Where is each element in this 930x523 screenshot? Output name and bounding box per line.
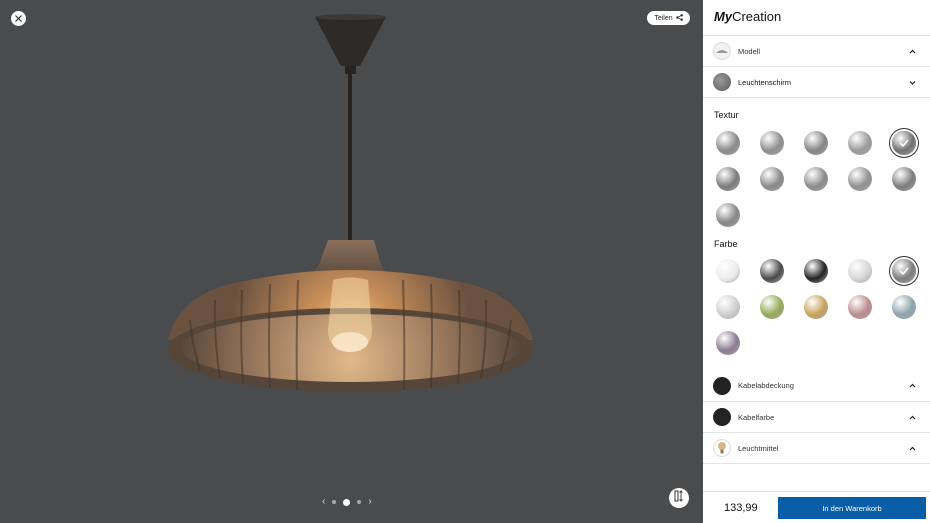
texture-plain-swatch[interactable]: [892, 167, 916, 191]
checkmark-icon: [892, 131, 916, 155]
share-icon: [675, 13, 683, 23]
kabelabdeckung-thumbnail: [713, 376, 731, 395]
color-lavender-swatch[interactable]: [716, 331, 740, 355]
leuchtmittel-thumbnail: [713, 439, 731, 457]
texture-smooth-dark-swatch[interactable]: [892, 131, 916, 155]
section-leuchtmittel[interactable]: Leuchtmittel: [703, 432, 930, 463]
checkmark-icon: [892, 259, 916, 283]
section-kabelabdeckung-label: Kabelabdeckung: [738, 381, 794, 390]
section-kabelfarbe[interactable]: Kabelfarbe: [703, 401, 930, 432]
share-button[interactable]: Teilen: [647, 11, 690, 25]
texture-wave-swatch[interactable]: [804, 131, 828, 155]
dimensions-button[interactable]: [669, 488, 689, 508]
bulb-icon: [718, 442, 726, 454]
image-pagination: ‹ ›: [322, 495, 372, 509]
section-modell-label: Modell: [738, 46, 761, 56]
close-icon: [14, 10, 23, 28]
chevron-down-icon: [907, 77, 917, 87]
section-leuchtenschirm-label: Leuchtenschirm: [738, 77, 791, 87]
page-dot[interactable]: [357, 500, 362, 504]
pendant-lamp-render: [167, 14, 534, 392]
color-black-swatch[interactable]: [804, 259, 828, 283]
section-modell[interactable]: Modell: [703, 35, 930, 66]
color-white-swatch[interactable]: [716, 259, 740, 283]
next-image-arrow[interactable]: ›: [368, 495, 371, 509]
brand-logo: MyCreation: [714, 9, 782, 24]
texture-curved-lines-swatch[interactable]: [848, 167, 872, 191]
texture-diagonal-swatch[interactable]: [760, 167, 784, 191]
section-kabelabdeckung[interactable]: Kabelabdeckung: [703, 370, 930, 401]
divider: [703, 97, 930, 98]
color-grey-swatch[interactable]: [892, 259, 916, 283]
page-dot[interactable]: [332, 500, 337, 504]
divider: [703, 463, 930, 464]
section-kabelfarbe-label: Kabelfarbe: [738, 412, 775, 422]
configurator-panel: MyCreation Modell Leuchtenschirm Textur …: [703, 0, 930, 523]
color-gold-swatch[interactable]: [804, 295, 828, 319]
color-rose-swatch[interactable]: [848, 295, 872, 319]
product-viewer[interactable]: Teilen ‹ ›: [0, 0, 703, 523]
texture-coarse-lines-swatch[interactable]: [716, 203, 740, 227]
cart-footer: 133,99 In den Warenkorb: [703, 491, 930, 523]
chevron-up-icon: [907, 381, 917, 391]
color-dark-grey-metallic-swatch[interactable]: [760, 259, 784, 283]
textur-title: Textur: [714, 110, 739, 120]
section-leuchtmittel-label: Leuchtmittel: [738, 443, 779, 453]
chevron-up-icon: [907, 46, 917, 56]
texture-vertical-ribs-swatch[interactable]: [716, 167, 740, 191]
farbe-title: Farbe: [714, 239, 738, 249]
prev-image-arrow[interactable]: ‹: [322, 495, 325, 509]
page-dot-active[interactable]: [343, 498, 351, 506]
chevron-up-icon: [907, 412, 917, 422]
share-label: Teilen: [654, 14, 673, 22]
modell-thumbnail: [713, 42, 731, 60]
texture-horizontal-ribs-swatch[interactable]: [716, 131, 740, 155]
texture-fine-lines-swatch[interactable]: [760, 131, 784, 155]
kabelfarbe-thumbnail: [713, 408, 731, 426]
section-leuchtenschirm[interactable]: Leuchtenschirm: [703, 66, 930, 97]
add-to-cart-button[interactable]: In den Warenkorb: [778, 497, 926, 519]
color-light-silver-swatch[interactable]: [716, 295, 740, 319]
texture-twist-swatch[interactable]: [804, 167, 828, 191]
ruler-icon: [674, 489, 684, 507]
price: 133,99: [724, 502, 758, 514]
color-silver-light-swatch[interactable]: [848, 259, 872, 283]
texture-gradient-swatch[interactable]: [848, 131, 872, 155]
color-olive-green-swatch[interactable]: [760, 295, 784, 319]
leuchtenschirm-thumbnail: [713, 73, 731, 91]
color-blue-grey-swatch[interactable]: [892, 295, 916, 319]
close-button[interactable]: [11, 11, 26, 26]
chevron-up-icon: [907, 443, 917, 453]
